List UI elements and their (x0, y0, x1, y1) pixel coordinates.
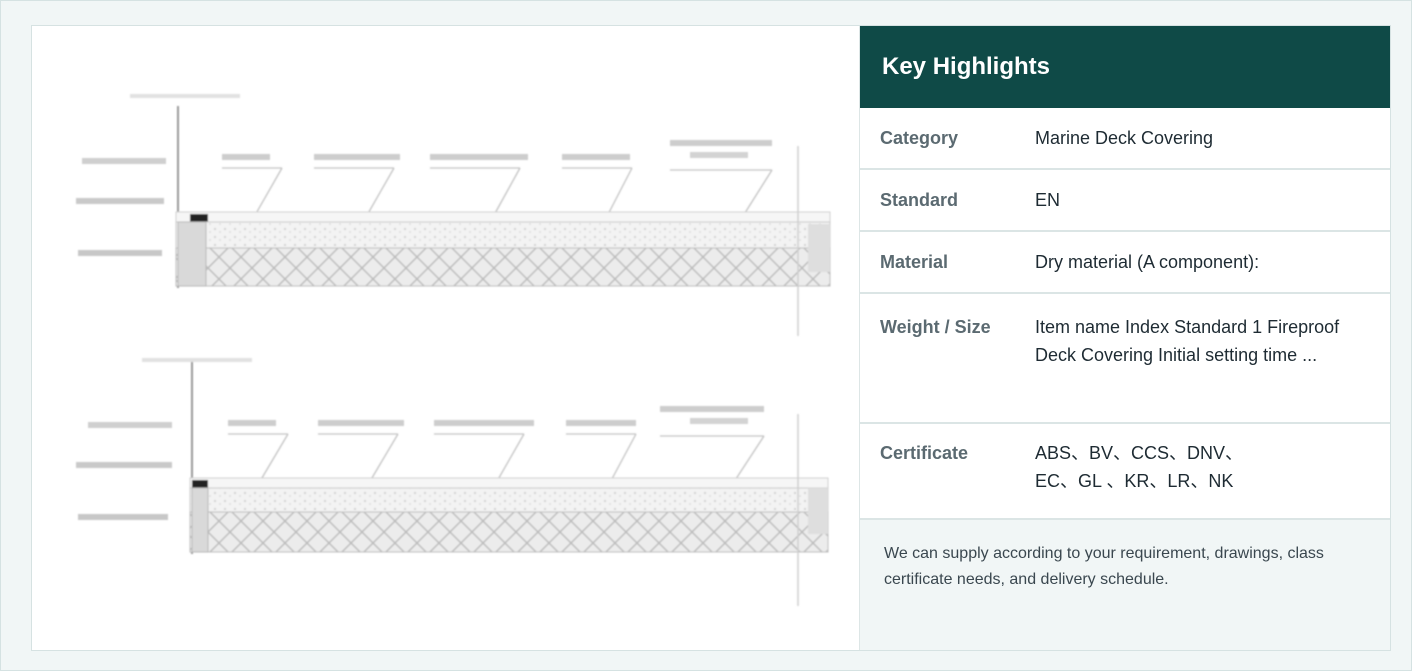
product-image (32, 26, 860, 650)
highlights-title: Key Highlights (860, 26, 1390, 108)
spec-row-standard: Standard EN (860, 170, 1390, 232)
key-highlights-panel: Key Highlights Category Marine Deck Cove… (860, 26, 1390, 650)
spec-key: Certificate (880, 443, 969, 463)
spec-row-weight-size: Weight / Size Item name Index Standard 1… (860, 294, 1390, 424)
spec-key: Weight / Size (880, 317, 991, 337)
spec-value: Dry material (A component): (1035, 252, 1260, 272)
spec-key: Category (880, 128, 959, 148)
spec-key: Material (880, 252, 949, 272)
spec-row-category: Category Marine Deck Covering (860, 108, 1390, 170)
spec-value: Marine Deck Covering (1035, 128, 1214, 148)
spec-row-certificate: Certificate ABS、BV、CCS、DNV、 EC、GL 、KR、LR… (860, 424, 1390, 520)
certificate-line: EC、GL 、KR、LR、NK (1035, 471, 1234, 491)
spec-value: EN (1035, 190, 1061, 210)
supply-note: We can supply according to your requirem… (860, 520, 1390, 650)
product-card: Key Highlights Category Marine Deck Cove… (31, 25, 1391, 651)
spec-value: ABS、BV、CCS、DNV、 EC、GL 、KR、LR、NK (1035, 439, 1370, 518)
diagram-upper (76, 94, 831, 336)
diagram-lower (76, 358, 829, 606)
spec-key: Standard (880, 190, 959, 210)
page-frame: Key Highlights Category Marine Deck Cove… (0, 0, 1412, 671)
spec-row-material: Material Dry material (A component): (860, 232, 1390, 294)
deck-covering-diagram (76, 94, 831, 606)
certificate-line: ABS、BV、CCS、DNV、 (1035, 443, 1244, 463)
spec-value: Item name Index Standard 1 Fireproof Dec… (1035, 317, 1340, 365)
